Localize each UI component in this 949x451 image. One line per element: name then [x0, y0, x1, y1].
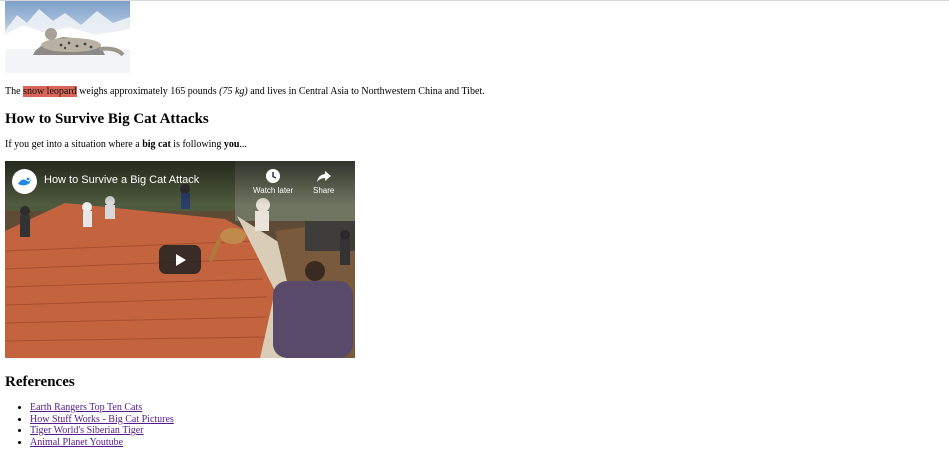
lead-paragraph: If you get into a situation where a big …: [5, 138, 247, 152]
share-label: Share: [313, 186, 335, 195]
list-item: Earth Rangers Top Ten Cats: [30, 402, 174, 414]
reference-link[interactable]: Animal Planet Youtube: [30, 437, 123, 448]
lead-bold: you: [223, 139, 240, 150]
intro-text: The: [5, 86, 24, 97]
list-item: How Stuff Works - Big Cat Pictures: [30, 414, 174, 426]
watch-later-label: Watch later: [253, 186, 294, 195]
reference-link[interactable]: How Stuff Works - Big Cat Pictures: [30, 414, 174, 425]
section-heading: How to Survive Big Cat Attacks: [5, 111, 209, 127]
reference-link[interactable]: Earth Rangers Top Ten Cats: [30, 402, 142, 413]
youtube-video-embed[interactable]: How to Survive a Big Cat Attack Watch la…: [5, 161, 355, 358]
intro-text: and lives in Central Asia to Northwester…: [247, 86, 485, 97]
lead-text: If you get into a situation where a: [5, 139, 143, 150]
clock-icon: [266, 169, 281, 183]
highlighted-term: snow leopard: [23, 86, 77, 97]
play-button[interactable]: [159, 245, 201, 274]
lead-text: is following: [170, 139, 224, 150]
list-item: Tiger World's Siberian Tiger: [30, 425, 174, 437]
channel-logo-icon[interactable]: [12, 169, 37, 194]
intro-text: weighs approximately 165 pounds: [76, 86, 220, 97]
video-title[interactable]: How to Survive a Big Cat Attack: [44, 174, 199, 186]
snow-leopard-image: [5, 1, 130, 73]
watch-later-button[interactable]: Watch later: [253, 168, 293, 195]
lead-text: ...: [239, 139, 247, 150]
list-item: Animal Planet Youtube: [30, 437, 174, 449]
lead-bold: big cat: [142, 139, 171, 150]
play-icon: [176, 253, 186, 266]
share-arrow-icon: [316, 171, 331, 182]
reference-link[interactable]: Tiger World's Siberian Tiger: [30, 425, 144, 436]
metric-weight: (75 kg): [219, 86, 248, 97]
snow-leopard-paragraph: The snow leopard weighs approximately 16…: [5, 85, 485, 99]
references-heading: References: [5, 374, 75, 390]
share-button[interactable]: Share: [313, 168, 334, 195]
references-list: Earth Rangers Top Ten Cats How Stuff Wor…: [5, 402, 174, 448]
